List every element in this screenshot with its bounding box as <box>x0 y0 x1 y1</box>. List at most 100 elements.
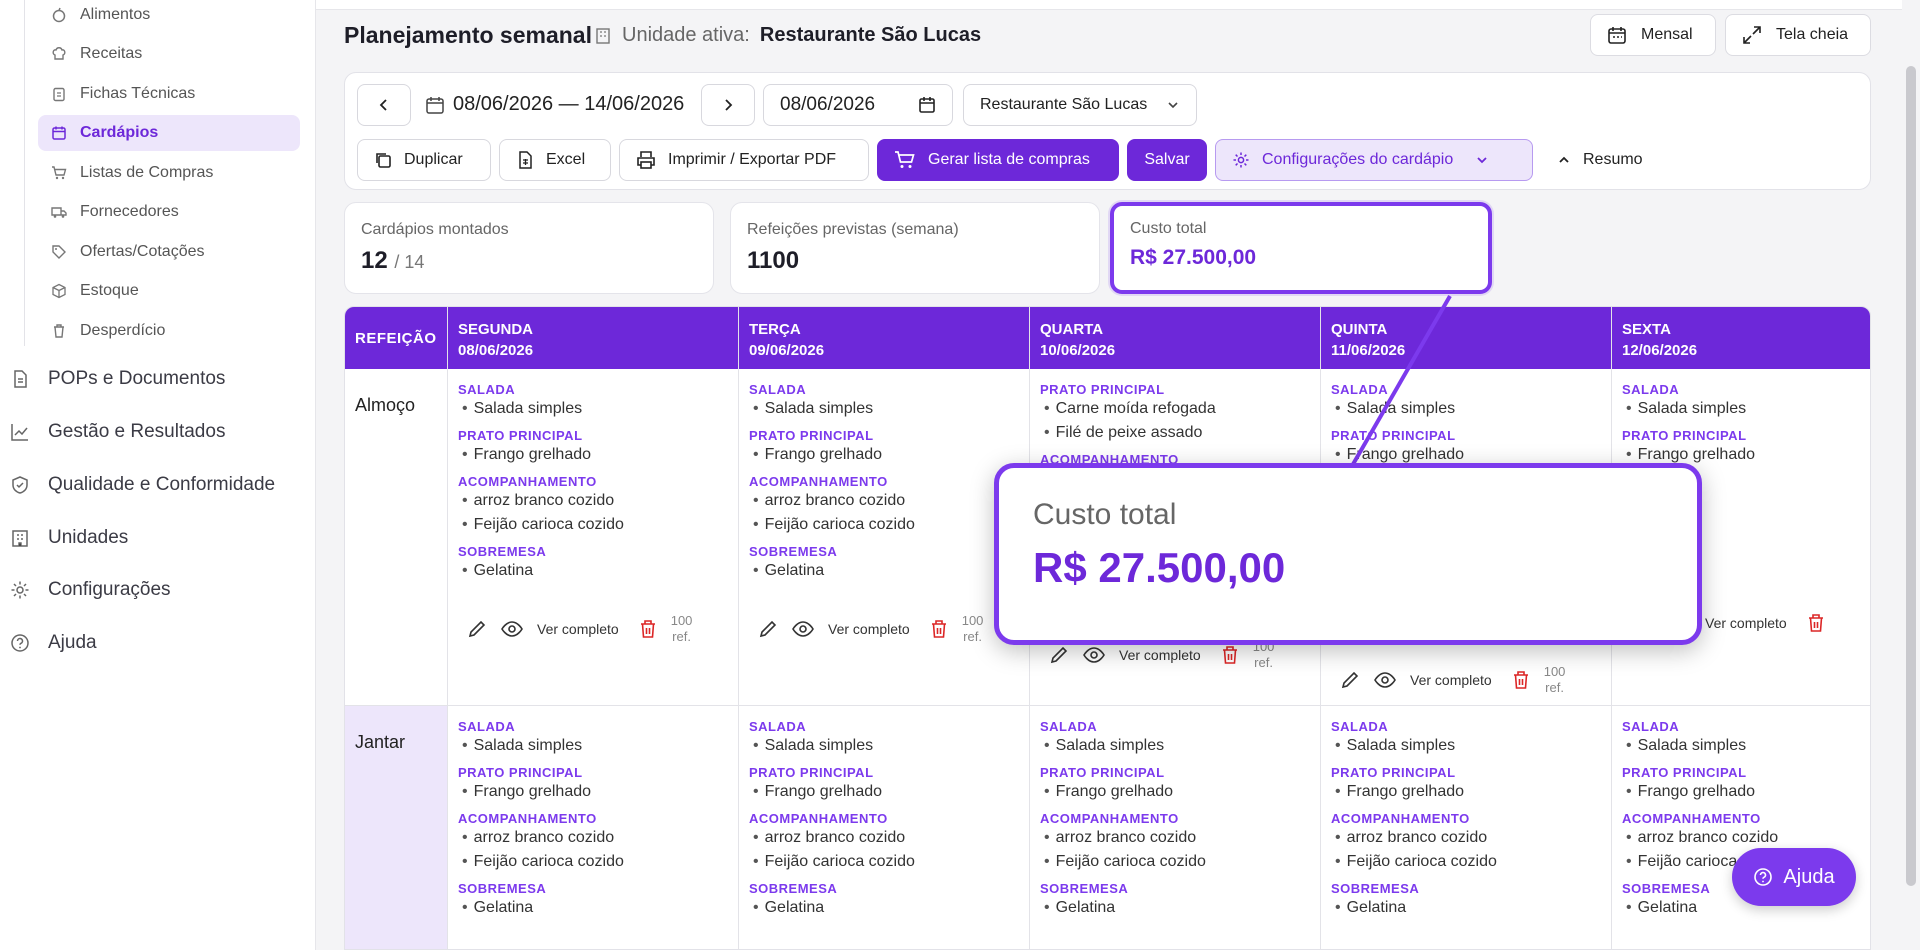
sidebar-item-desperdicio[interactable]: Desperdício <box>38 313 300 349</box>
sidebar-item-gestao[interactable]: Gestão e Resultados <box>10 414 225 450</box>
menu-cell-jantar-quarta[interactable]: SALADA Salada simples PRATO PRINCIPAL Fr… <box>1030 719 1320 920</box>
day-header-quinta: QUINTA 11/06/2026 <box>1321 307 1611 369</box>
prev-week-button[interactable] <box>357 84 411 126</box>
eye-icon[interactable] <box>1374 670 1396 690</box>
sidebar-item-estoque[interactable]: Estoque <box>38 273 300 309</box>
menu-settings-button[interactable]: Configurações do cardápio <box>1215 139 1533 181</box>
sidebar-item-configuracoes[interactable]: Configurações <box>10 572 171 608</box>
unit-select[interactable]: Restaurante São Lucas <box>963 84 1197 126</box>
generate-shopping-list-button[interactable]: Gerar lista de compras <box>877 139 1119 181</box>
summary-toggle[interactable]: Resumo <box>1541 139 1671 181</box>
dish-item: Feijão carioca cozido <box>458 850 728 874</box>
monthly-button[interactable]: Mensal <box>1590 14 1716 56</box>
eye-icon[interactable] <box>501 619 523 639</box>
view-full-link[interactable]: Ver completo <box>828 621 910 637</box>
dish-item: Gelatina <box>1040 896 1310 920</box>
dish-item: Frango grelhado <box>458 780 728 804</box>
print-button[interactable]: Imprimir / Exportar PDF <box>619 139 869 181</box>
excel-button[interactable]: Excel <box>499 139 611 181</box>
next-week-button[interactable] <box>701 84 755 126</box>
sidebar: Alimentos Receitas Fichas Técnicas Cardá… <box>0 0 316 950</box>
apple-icon <box>50 6 68 24</box>
sidebar-item-fornecedores[interactable]: Fornecedores <box>38 194 300 230</box>
edit-icon[interactable] <box>1049 645 1069 665</box>
fullscreen-button[interactable]: Tela cheia <box>1725 14 1871 56</box>
date-input-value: 08/06/2026 <box>780 94 876 115</box>
view-full-link[interactable]: Ver completo <box>1119 647 1201 663</box>
section-label: PRATO PRINCIPAL <box>1331 765 1456 780</box>
ref-unit: ref. <box>1254 655 1273 670</box>
view-full-link[interactable]: Ver completo <box>1410 672 1492 688</box>
menu-cell-almoco-segunda[interactable]: SALADA Salada simples PRATO PRINCIPAL Fr… <box>448 382 738 583</box>
sidebar-item-pops[interactable]: POPs e Documentos <box>10 361 225 397</box>
sidebar-item-label: Fichas Técnicas <box>80 85 196 102</box>
trash-icon[interactable] <box>930 619 948 639</box>
section-label: PRATO PRINCIPAL <box>1622 765 1747 780</box>
save-button[interactable]: Salvar <box>1127 139 1207 181</box>
dish-item: Gelatina <box>749 896 1019 920</box>
edit-icon[interactable] <box>758 619 778 639</box>
scrollbar-thumb[interactable] <box>1906 66 1916 886</box>
dish-item: arroz branco cozido <box>458 489 728 513</box>
stat-label: Cardápios montados <box>361 221 509 238</box>
section-label: PRATO PRINCIPAL <box>1622 428 1747 443</box>
stat-label: Custo total <box>1130 220 1207 237</box>
eye-icon[interactable] <box>1083 645 1105 665</box>
sidebar-item-label: Fornecedores <box>80 203 179 220</box>
menu-cell-almoco-sexta[interactable]: SALADA Salada simples PRATO PRINCIPAL Fr… <box>1612 382 1870 467</box>
sidebar-item-ofertas[interactable]: Ofertas/Cotações <box>38 234 300 270</box>
menu-cell-almoco-terca[interactable]: SALADA Salada simples PRATO PRINCIPAL Fr… <box>739 382 1029 583</box>
sidebar-item-receitas[interactable]: Receitas <box>38 36 300 72</box>
menu-cell-almoco-quinta[interactable]: SALADA Salada simples PRATO PRINCIPAL Fr… <box>1321 382 1611 467</box>
sidebar-item-alimentos[interactable]: Alimentos <box>38 0 300 33</box>
sidebar-item-cardapios[interactable]: Cardápios <box>38 115 300 151</box>
dish-item: Frango grelhado <box>1331 780 1601 804</box>
day-date: 12/06/2026 <box>1622 342 1698 359</box>
view-full-link[interactable]: Ver completo <box>1705 615 1787 631</box>
expand-icon <box>1742 25 1762 45</box>
chart-line-icon <box>10 422 30 442</box>
section-label: SOBREMESA <box>458 544 547 559</box>
sidebar-item-fichas[interactable]: Fichas Técnicas <box>38 76 300 112</box>
meal-label-almoco: Almoço <box>355 395 416 415</box>
sidebar-item-label: Receitas <box>80 45 143 62</box>
trash-icon[interactable] <box>1512 670 1530 690</box>
duplicate-button[interactable]: Duplicar <box>357 139 491 181</box>
sidebar-item-listas[interactable]: Listas de Compras <box>38 155 300 191</box>
help-circle-icon <box>1753 867 1773 887</box>
menu-cell-jantar-terca[interactable]: SALADA Salada simples PRATO PRINCIPAL Fr… <box>739 719 1029 920</box>
view-full-link[interactable]: Ver completo <box>537 621 619 637</box>
section-label: ACOMPANHAMENTO <box>1331 811 1470 826</box>
section-label: ACOMPANHAMENTO <box>749 474 888 489</box>
edit-icon[interactable] <box>467 619 487 639</box>
toolbar-card: 08/06/2026 — 14/06/2026 08/06/2026 Resta… <box>344 72 1871 190</box>
menu-cell-jantar-segunda[interactable]: SALADA Salada simples PRATO PRINCIPAL Fr… <box>448 719 738 920</box>
day-name: SEXTA <box>1622 321 1671 338</box>
day-name: QUINTA <box>1331 321 1388 338</box>
menu-cell-jantar-quinta[interactable]: SALADA Salada simples PRATO PRINCIPAL Fr… <box>1321 719 1611 920</box>
section-label: PRATO PRINCIPAL <box>749 428 874 443</box>
edit-icon[interactable] <box>1340 670 1360 690</box>
dish-item: Frango grelhado <box>749 443 1019 467</box>
dish-item: Gelatina <box>749 559 1019 583</box>
day-header-terca: TERÇA 09/06/2026 <box>739 307 1029 369</box>
trash-icon[interactable] <box>1807 613 1825 633</box>
day-name: QUARTA <box>1040 321 1104 338</box>
sidebar-item-ajuda[interactable]: Ajuda <box>10 625 97 661</box>
building-icon <box>10 528 30 548</box>
eye-icon[interactable] <box>792 619 814 639</box>
sidebar-item-label: Alimentos <box>80 6 151 23</box>
sidebar-item-unidades[interactable]: Unidades <box>10 520 128 556</box>
date-input[interactable]: 08/06/2026 <box>763 84 953 126</box>
week-range-text: 08/06/2026 — 14/06/2026 <box>453 93 685 115</box>
help-button[interactable]: Ajuda <box>1732 848 1856 906</box>
trash-icon[interactable] <box>1221 645 1239 665</box>
menu-cell-almoco-quarta[interactable]: PRATO PRINCIPAL Carne moída refogada Fil… <box>1030 382 1320 467</box>
trash-icon[interactable] <box>639 619 657 639</box>
summary-label: Resumo <box>1583 151 1643 168</box>
sidebar-item-qualidade[interactable]: Qualidade e Conformidade <box>10 467 275 503</box>
calendar-icon <box>50 124 68 142</box>
printer-icon <box>636 151 656 169</box>
section-label: PRATO PRINCIPAL <box>1040 765 1165 780</box>
truck-icon <box>50 203 68 221</box>
